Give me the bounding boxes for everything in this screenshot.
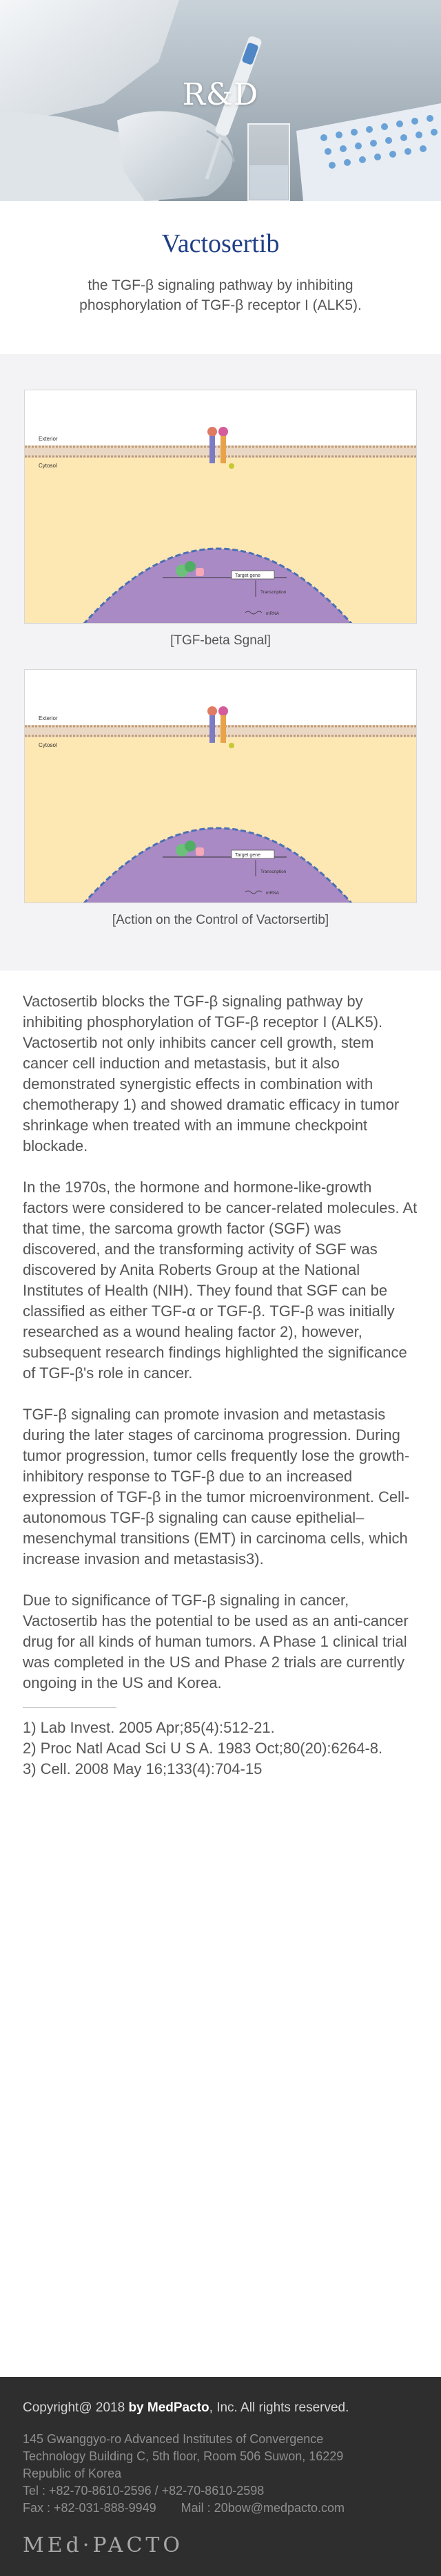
- copyright-suffix: , Inc. All rights reserved.: [209, 2400, 349, 2415]
- mrna-label: mRNA: [266, 611, 280, 616]
- figure-tgf-beta-signal: Exterior Cytosol Target gene Transcripti…: [24, 390, 417, 648]
- company-address: 145 Gwanggyo-ro Advanced Institutes of C…: [23, 2431, 418, 2517]
- product-subtitle: the TGF-β signaling pathway by inhibitin…: [0, 275, 441, 315]
- address-line: 145 Gwanggyo-ro Advanced Institutes of C…: [23, 2432, 324, 2446]
- intro-section: Vactosertib the TGF-β signaling pathway …: [0, 201, 441, 354]
- reference-item: 3) Cell. 2008 May 16;133(4):704-15: [23, 1760, 263, 1777]
- paragraph: Due to significance of TGF-β signaling i…: [23, 1592, 409, 1691]
- transcription-label: Transcription: [260, 590, 287, 595]
- hero-banner: R&D: [0, 0, 441, 201]
- subtitle-line-2: phosphorylation of TGF-β receptor I (ALK…: [79, 297, 362, 313]
- tgf-beta-diagram: Exterior Cytosol Target gene Transcripti…: [25, 390, 416, 623]
- target-gene-label: Target gene: [235, 853, 260, 858]
- subtitle-line-1: the TGF-β signaling pathway by inhibitin…: [88, 277, 353, 293]
- figure-caption: [TGF-beta Sgnal]: [170, 633, 271, 648]
- vactosertib-diagram: Exterior Cytosol Target gene Transcripti…: [25, 670, 416, 902]
- article-body: Vactosertib blocks the TGF-β signaling p…: [0, 971, 441, 2377]
- medpacto-logo[interactable]: MEd·PACTO: [23, 2533, 418, 2557]
- exterior-label: Exterior: [39, 715, 58, 721]
- fax-mail-row: Fax : +82-031-888-9949 Mail : 20bow@medp…: [23, 2500, 418, 2517]
- references-divider: [23, 1707, 116, 1708]
- reference-item: 2) Proc Natl Acad Sci U S A. 1983 Oct;80…: [23, 1740, 383, 1757]
- transcription-label: Transcription: [260, 869, 287, 874]
- references-list: 1) Lab Invest. 2005 Apr;85(4):512-21. 2)…: [23, 1718, 418, 1780]
- mail-address[interactable]: Mail : 20bow@medpacto.com: [181, 2501, 345, 2515]
- cytosol-label: Cytosol: [39, 463, 57, 469]
- figure-image: Exterior Cytosol Target gene Transcripti…: [24, 669, 417, 903]
- phone-numbers: Tel : +82-70-8610-2596 / +82-70-8610-259…: [23, 2484, 265, 2498]
- fax-number: Fax : +82-031-888-9949: [23, 2501, 156, 2515]
- page-title: R&D: [182, 77, 259, 112]
- copyright-brand: by MedPacto: [128, 2400, 209, 2415]
- address-line: Technology Building C, 5th floor, Room 5…: [23, 2449, 344, 2463]
- target-gene-label: Target gene: [235, 573, 260, 578]
- figure-image: Exterior Cytosol Target gene Transcripti…: [24, 390, 417, 624]
- product-title: Vactosertib: [161, 229, 280, 258]
- figure-vactosertib-action: Exterior Cytosol Target gene Transcripti…: [24, 669, 417, 928]
- figures-section: Exterior Cytosol Target gene Transcripti…: [0, 354, 441, 971]
- reference-item: 1) Lab Invest. 2005 Apr;85(4):512-21.: [23, 1719, 275, 1736]
- paragraph: TGF-β signaling can promote invasion and…: [23, 1406, 410, 1567]
- cytosol-label: Cytosol: [39, 742, 57, 748]
- paragraph: In the 1970s, the hormone and hormone-li…: [23, 1179, 418, 1382]
- exterior-label: Exterior: [39, 436, 58, 442]
- paragraph: Vactosertib blocks the TGF-β signaling p…: [23, 993, 400, 1154]
- mrna-label: mRNA: [266, 891, 280, 896]
- address-line: Republic of Korea: [23, 2467, 122, 2480]
- figure-caption: [Action on the Control of Vactorsertib]: [112, 913, 329, 927]
- copyright: Copyright@ 2018 by MedPacto, Inc. All ri…: [23, 2400, 418, 2416]
- site-footer: Copyright@ 2018 by MedPacto, Inc. All ri…: [0, 2377, 441, 2576]
- copyright-prefix: Copyright@ 2018: [23, 2400, 129, 2415]
